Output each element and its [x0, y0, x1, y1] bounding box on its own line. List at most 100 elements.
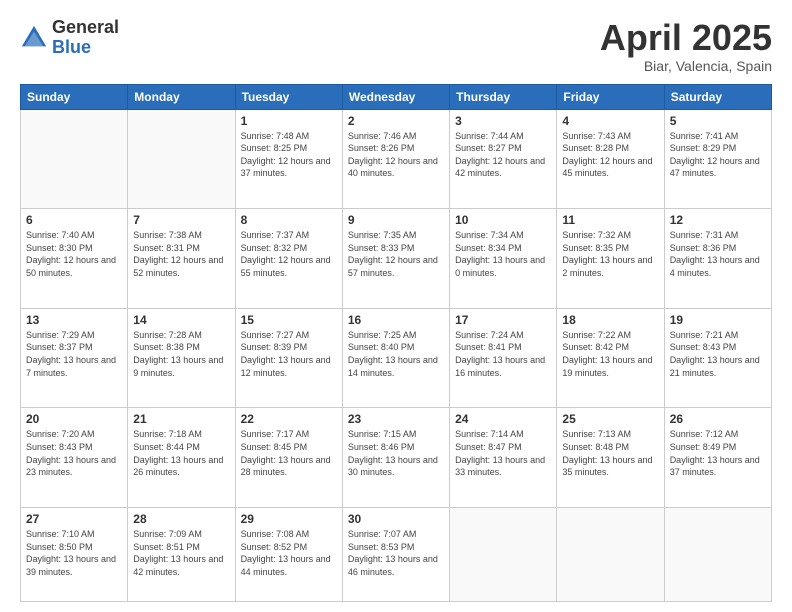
table-row	[21, 109, 128, 209]
day-number: 23	[348, 412, 444, 426]
day-info: Sunrise: 7:14 AM Sunset: 8:47 PM Dayligh…	[455, 428, 551, 478]
table-row	[128, 109, 235, 209]
logo-text: General Blue	[52, 18, 119, 58]
day-number: 14	[133, 313, 229, 327]
day-info: Sunrise: 7:20 AM Sunset: 8:43 PM Dayligh…	[26, 428, 122, 478]
calendar-table: Sunday Monday Tuesday Wednesday Thursday…	[20, 84, 772, 602]
table-row: 27 Sunrise: 7:10 AM Sunset: 8:50 PM Dayli…	[21, 508, 128, 602]
logo: General Blue	[20, 18, 119, 58]
logo-blue-text: Blue	[52, 38, 119, 58]
day-number: 16	[348, 313, 444, 327]
day-info: Sunrise: 7:10 AM Sunset: 8:50 PM Dayligh…	[26, 528, 122, 578]
table-row: 29 Sunrise: 7:08 AM Sunset: 8:52 PM Dayli…	[235, 508, 342, 602]
table-row: 2Sunrise: 7:46 AM Sunset: 8:26 PM Daylig…	[342, 109, 449, 209]
day-info: Sunrise: 7:17 AM Sunset: 8:45 PM Dayligh…	[241, 428, 337, 478]
table-row: 20 Sunrise: 7:20 AM Sunset: 8:43 PM Dayli…	[21, 408, 128, 508]
table-row: 8 Sunrise: 7:37 AM Sunset: 8:32 PM Daylig…	[235, 209, 342, 309]
day-info: Sunrise: 7:37 AM Sunset: 8:32 PM Dayligh…	[241, 229, 337, 279]
col-sunday: Sunday	[21, 84, 128, 109]
day-info: Sunrise: 7:22 AM Sunset: 8:42 PM Dayligh…	[562, 329, 658, 379]
col-saturday: Saturday	[664, 84, 771, 109]
day-number: 20	[26, 412, 122, 426]
day-number: 3	[455, 114, 551, 128]
table-row: 11 Sunrise: 7:32 AM Sunset: 8:35 PM Dayli…	[557, 209, 664, 309]
day-info: Sunrise: 7:21 AM Sunset: 8:43 PM Dayligh…	[670, 329, 766, 379]
day-number: 28	[133, 512, 229, 526]
table-row: 1 Sunrise: 7:48 AM Sunset: 8:25 PM Daylig…	[235, 109, 342, 209]
day-number: 13	[26, 313, 122, 327]
title-block: April 2025 Biar, Valencia, Spain	[600, 18, 772, 74]
day-info: Sunrise: 7:07 AM Sunset: 8:53 PM Dayligh…	[348, 528, 444, 578]
day-info: Sunrise: 7:38 AM Sunset: 8:31 PM Dayligh…	[133, 229, 229, 279]
day-info: Sunrise: 7:18 AM Sunset: 8:44 PM Dayligh…	[133, 428, 229, 478]
col-tuesday: Tuesday	[235, 84, 342, 109]
header: General Blue April 2025 Biar, Valencia, …	[20, 18, 772, 74]
table-row: 26 Sunrise: 7:12 AM Sunset: 8:49 PM Dayli…	[664, 408, 771, 508]
day-info: Sunrise: 7:43 AM Sunset: 8:28 PM Dayligh…	[562, 130, 658, 180]
day-number: 19	[670, 313, 766, 327]
day-info: Sunrise: 7:31 AM Sunset: 8:36 PM Dayligh…	[670, 229, 766, 279]
day-number: 1	[241, 114, 337, 128]
table-row: 16 Sunrise: 7:25 AM Sunset: 8:40 PM Dayli…	[342, 308, 449, 408]
day-info: Sunrise: 7:29 AM Sunset: 8:37 PM Dayligh…	[26, 329, 122, 379]
day-number: 8	[241, 213, 337, 227]
day-number: 15	[241, 313, 337, 327]
day-number: 12	[670, 213, 766, 227]
table-row: 18 Sunrise: 7:22 AM Sunset: 8:42 PM Dayli…	[557, 308, 664, 408]
day-number: 27	[26, 512, 122, 526]
day-info: Sunrise: 7:46 AM Sunset: 8:26 PM Dayligh…	[348, 130, 444, 180]
table-row	[450, 508, 557, 602]
col-friday: Friday	[557, 84, 664, 109]
day-number: 5	[670, 114, 766, 128]
table-row: 3 Sunrise: 7:44 AM Sunset: 8:27 PM Daylig…	[450, 109, 557, 209]
day-number: 24	[455, 412, 551, 426]
table-row	[557, 508, 664, 602]
day-number: 9	[348, 213, 444, 227]
table-row: 19 Sunrise: 7:21 AM Sunset: 8:43 PM Dayli…	[664, 308, 771, 408]
day-info: Sunrise: 7:09 AM Sunset: 8:51 PM Dayligh…	[133, 528, 229, 578]
table-row: 12 Sunrise: 7:31 AM Sunset: 8:36 PM Dayli…	[664, 209, 771, 309]
day-number: 6	[26, 213, 122, 227]
table-row: 28 Sunrise: 7:09 AM Sunset: 8:51 PM Dayli…	[128, 508, 235, 602]
col-monday: Monday	[128, 84, 235, 109]
day-info: Sunrise: 7:12 AM Sunset: 8:49 PM Dayligh…	[670, 428, 766, 478]
page: General Blue April 2025 Biar, Valencia, …	[0, 0, 792, 612]
day-number: 25	[562, 412, 658, 426]
day-info: Sunrise: 7:13 AM Sunset: 8:48 PM Dayligh…	[562, 428, 658, 478]
day-number: 30	[348, 512, 444, 526]
day-info: Sunrise: 7:25 AM Sunset: 8:40 PM Dayligh…	[348, 329, 444, 379]
day-info: Sunrise: 7:48 AM Sunset: 8:25 PM Dayligh…	[241, 130, 337, 180]
day-number: 21	[133, 412, 229, 426]
day-number: 11	[562, 213, 658, 227]
title-month: April 2025	[600, 18, 772, 58]
calendar-header-row: Sunday Monday Tuesday Wednesday Thursday…	[21, 84, 772, 109]
table-row: 14 Sunrise: 7:28 AM Sunset: 8:38 PM Dayli…	[128, 308, 235, 408]
day-number: 4	[562, 114, 658, 128]
day-info: Sunrise: 7:08 AM Sunset: 8:52 PM Dayligh…	[241, 528, 337, 578]
day-info: Sunrise: 7:40 AM Sunset: 8:30 PM Dayligh…	[26, 229, 122, 279]
day-info: Sunrise: 7:27 AM Sunset: 8:39 PM Dayligh…	[241, 329, 337, 379]
day-info: Sunrise: 7:15 AM Sunset: 8:46 PM Dayligh…	[348, 428, 444, 478]
logo-general-text: General	[52, 18, 119, 38]
day-info: Sunrise: 7:28 AM Sunset: 8:38 PM Dayligh…	[133, 329, 229, 379]
table-row: 4 Sunrise: 7:43 AM Sunset: 8:28 PM Daylig…	[557, 109, 664, 209]
table-row: 6 Sunrise: 7:40 AM Sunset: 8:30 PM Daylig…	[21, 209, 128, 309]
table-row: 15 Sunrise: 7:27 AM Sunset: 8:39 PM Dayli…	[235, 308, 342, 408]
day-info: Sunrise: 7:35 AM Sunset: 8:33 PM Dayligh…	[348, 229, 444, 279]
day-number: 18	[562, 313, 658, 327]
day-number: 7	[133, 213, 229, 227]
day-info: Sunrise: 7:32 AM Sunset: 8:35 PM Dayligh…	[562, 229, 658, 279]
day-info: Sunrise: 7:44 AM Sunset: 8:27 PM Dayligh…	[455, 130, 551, 180]
day-info: Sunrise: 7:34 AM Sunset: 8:34 PM Dayligh…	[455, 229, 551, 279]
day-number: 29	[241, 512, 337, 526]
table-row: 25 Sunrise: 7:13 AM Sunset: 8:48 PM Dayli…	[557, 408, 664, 508]
col-thursday: Thursday	[450, 84, 557, 109]
col-wednesday: Wednesday	[342, 84, 449, 109]
table-row: 7 Sunrise: 7:38 AM Sunset: 8:31 PM Daylig…	[128, 209, 235, 309]
day-number: 26	[670, 412, 766, 426]
table-row: 21 Sunrise: 7:18 AM Sunset: 8:44 PM Dayli…	[128, 408, 235, 508]
day-info: Sunrise: 7:41 AM Sunset: 8:29 PM Dayligh…	[670, 130, 766, 180]
day-info: Sunrise: 7:24 AM Sunset: 8:41 PM Dayligh…	[455, 329, 551, 379]
day-number: 22	[241, 412, 337, 426]
table-row: 22 Sunrise: 7:17 AM Sunset: 8:45 PM Dayli…	[235, 408, 342, 508]
